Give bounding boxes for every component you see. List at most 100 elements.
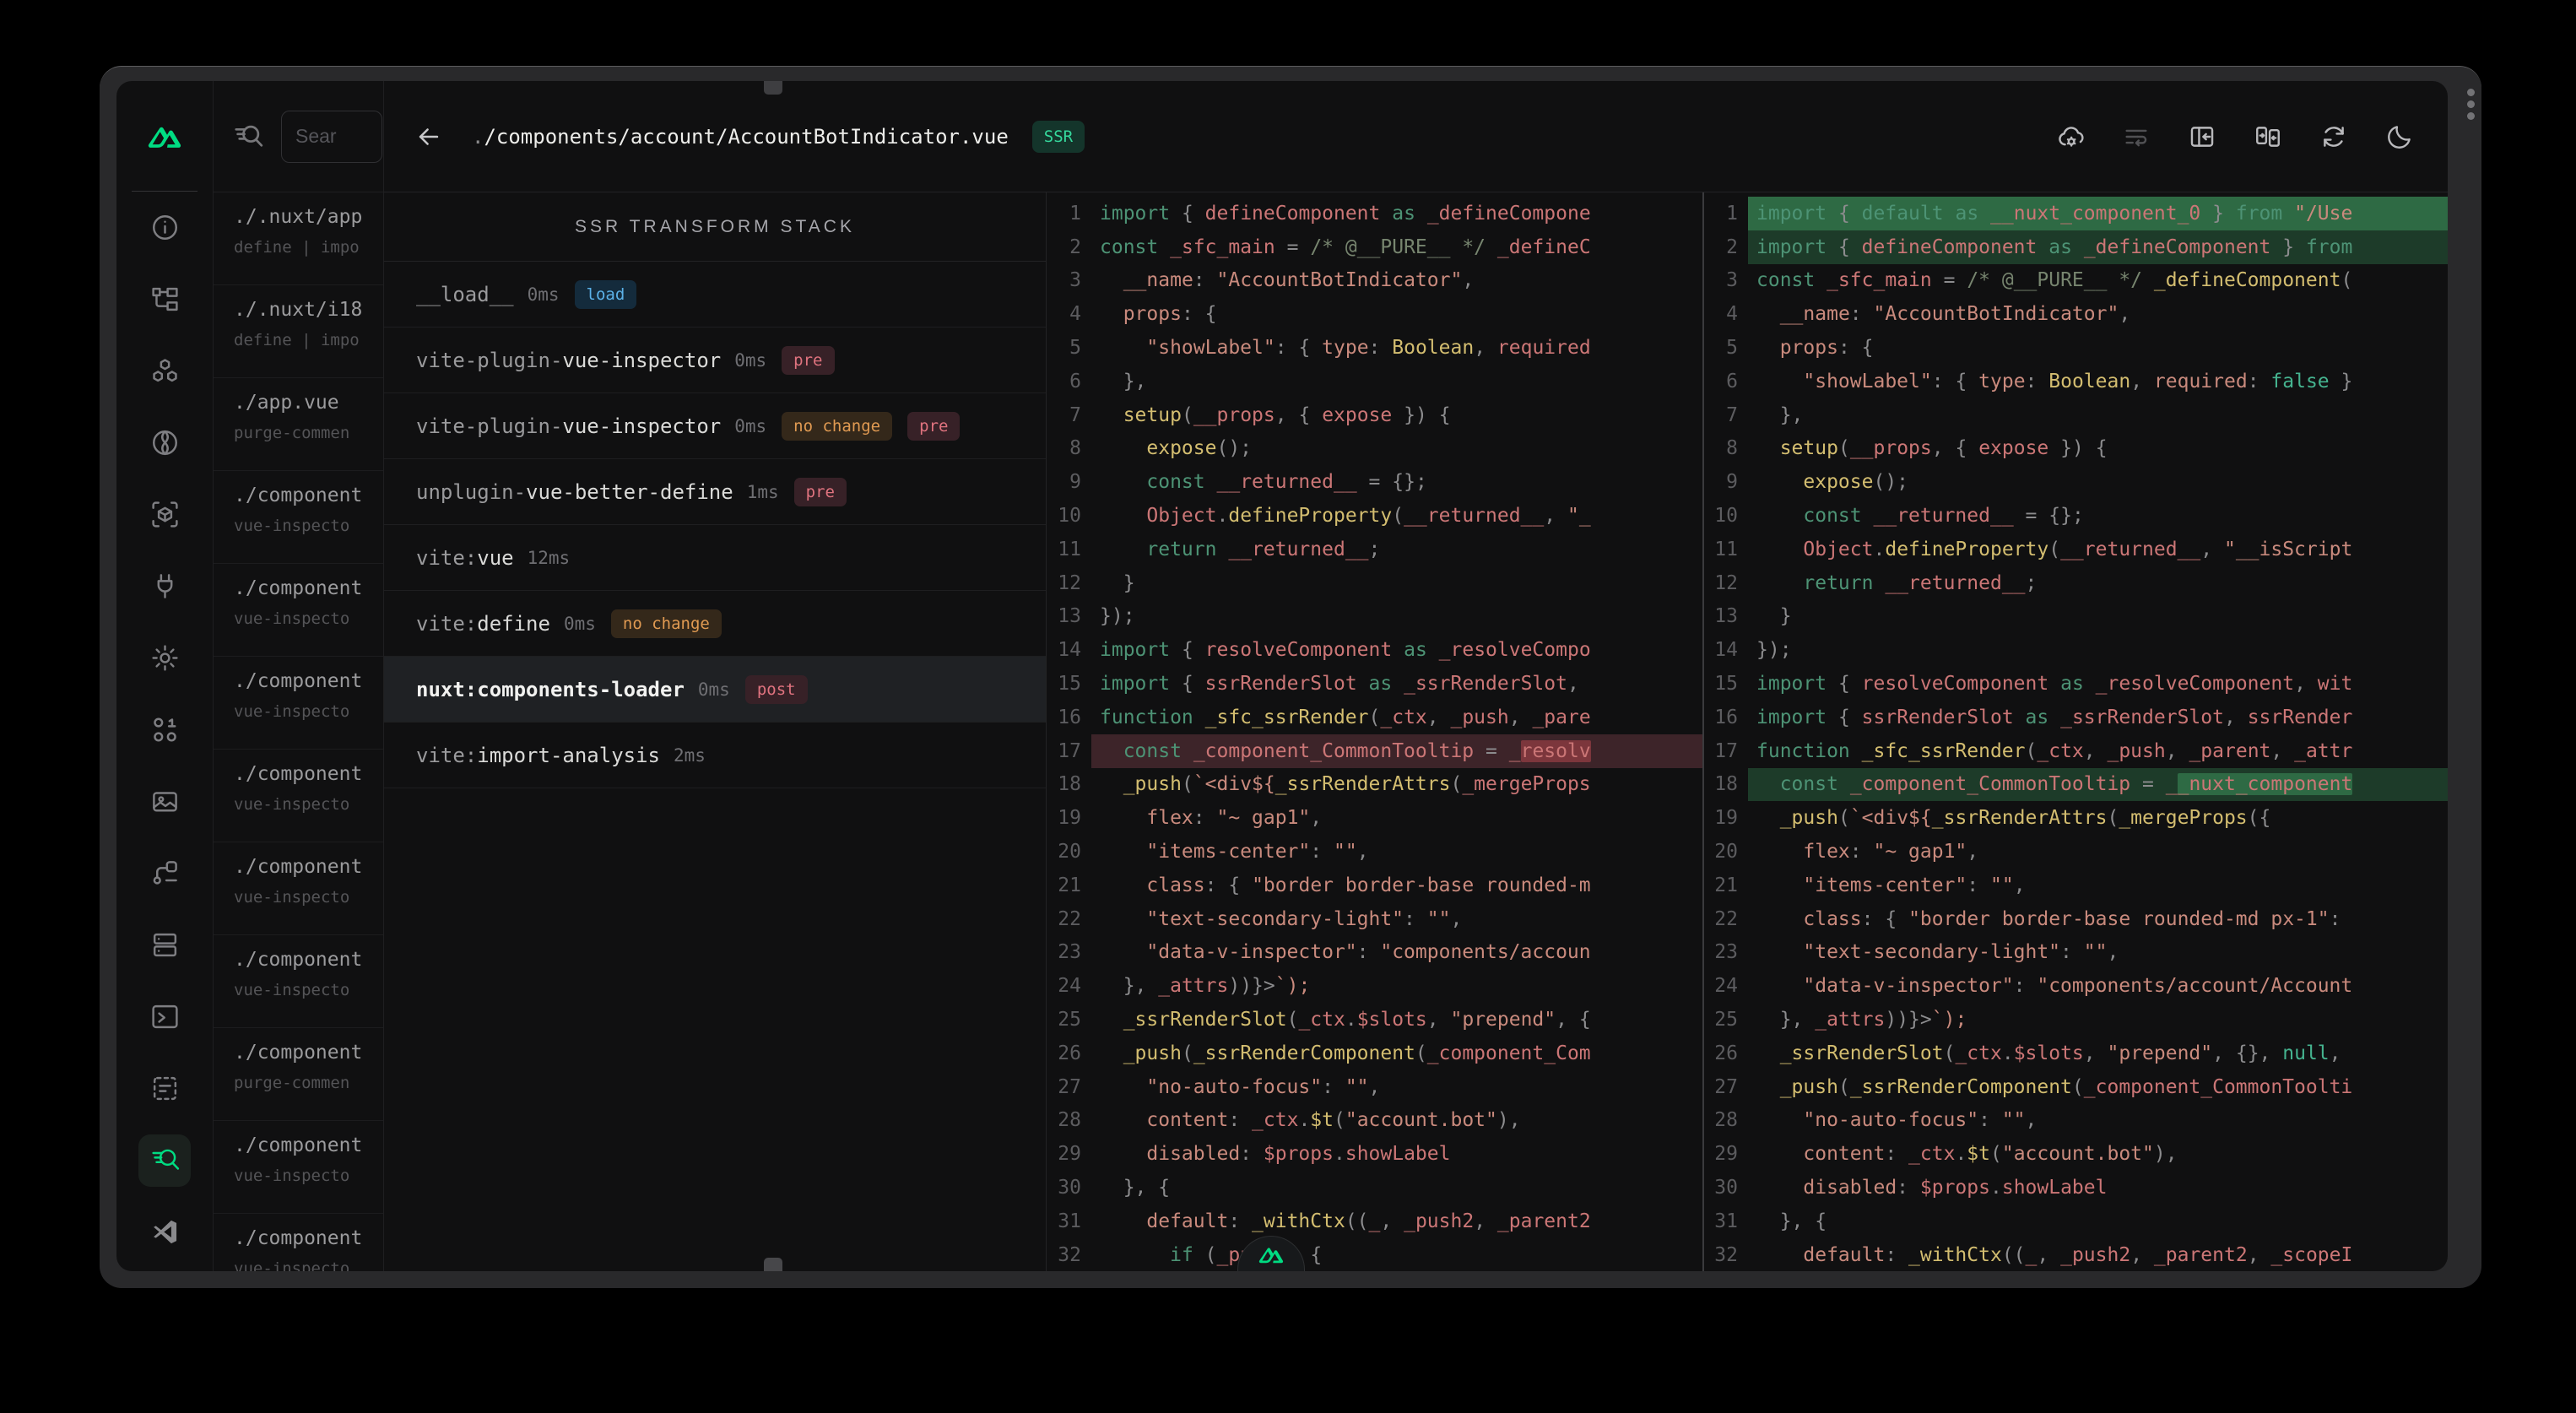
transform-row[interactable]: nuxt:components-loader0mspost bbox=[384, 657, 1046, 723]
frame-drag-handle[interactable] bbox=[2466, 89, 2475, 120]
build-cloud-icon bbox=[2056, 122, 2085, 151]
code-text: props: { bbox=[1748, 331, 2448, 365]
code-text: "no-auto-focus": "", bbox=[1748, 1104, 2448, 1138]
transform-row[interactable]: __load__0msload bbox=[384, 262, 1046, 328]
sidebar-item-imports[interactable] bbox=[116, 407, 213, 479]
file-list-item[interactable]: ./app.vuepurge-commen bbox=[214, 378, 383, 471]
file-list-item[interactable]: ./componentvue-inspecto bbox=[214, 842, 383, 935]
line-number: 10 bbox=[1047, 505, 1091, 527]
transform-row[interactable]: vite-plugin-vue-inspector0msno changepre bbox=[384, 393, 1046, 459]
server-routes-icon bbox=[149, 858, 181, 889]
transform-row[interactable]: vite:define0msno change bbox=[384, 591, 1046, 657]
code-text: return __returned__; bbox=[1091, 533, 1702, 566]
sidebar-item-server-routes[interactable] bbox=[116, 837, 213, 909]
code-line: 14import { resolveComponent as _resolveC… bbox=[1047, 633, 1702, 667]
code-line: 23 "data-v-inspector": "components/accou… bbox=[1047, 936, 1702, 970]
code-text: _push(_ssrRenderComponent(_component_Com… bbox=[1748, 1070, 2448, 1104]
file-list-item[interactable]: ./componentvue-inspecto bbox=[214, 935, 383, 1028]
transform-row[interactable]: vite:import-analysis2ms bbox=[384, 723, 1046, 788]
sidebar-item-runtime-configs[interactable] bbox=[116, 622, 213, 694]
assets-icon bbox=[149, 786, 181, 817]
sidebar-item-pages-tree[interactable] bbox=[116, 263, 213, 335]
file-list-item[interactable]: ./componentpurge-commen bbox=[214, 1028, 383, 1121]
sidebar-item-terminal[interactable] bbox=[116, 981, 213, 1053]
code-text: props: { bbox=[1091, 297, 1702, 331]
modules-icon bbox=[149, 499, 181, 530]
code-text: return __returned__; bbox=[1748, 566, 2448, 600]
code-text: "data-v-inspector": "components/account/… bbox=[1748, 969, 2448, 1003]
sidebar-item-payload[interactable] bbox=[116, 694, 213, 766]
code-text: function _sfc_ssrRender(_ctx, _push, _pa… bbox=[1091, 701, 1702, 734]
line-number: 17 bbox=[1704, 740, 1748, 762]
line-wrap-button[interactable] bbox=[2122, 122, 2151, 151]
transform-time: 0ms bbox=[698, 679, 730, 700]
transform-row[interactable]: unplugin-vue-better-define1mspre bbox=[384, 459, 1046, 525]
transform-time: 0ms bbox=[528, 284, 560, 305]
bottom-resize-handle[interactable] bbox=[764, 1258, 782, 1271]
line-number: 17 bbox=[1047, 740, 1091, 762]
sidebar-item-plugins[interactable] bbox=[116, 550, 213, 622]
file-list-item[interactable]: ./.nuxt/i18define | impo bbox=[214, 285, 383, 378]
code-line: 27 _push(_ssrRenderComponent(_component_… bbox=[1704, 1070, 2448, 1104]
sidebar-item-info[interactable] bbox=[116, 192, 213, 263]
sidebar-item-assets[interactable] bbox=[116, 766, 213, 837]
code-line: 20 "items-center": "", bbox=[1047, 835, 1702, 869]
file-transforms-label: vue-inspecto bbox=[234, 517, 383, 535]
search-input[interactable]: Sear bbox=[281, 111, 382, 163]
sidebar-item-vscode[interactable] bbox=[116, 1196, 213, 1268]
sidebar-item-inspect[interactable] bbox=[116, 1124, 213, 1196]
code-text: expose(); bbox=[1748, 465, 2448, 499]
line-number: 26 bbox=[1047, 1042, 1091, 1064]
code-line: 21 class: { "border border-base rounded-… bbox=[1047, 869, 1702, 902]
dark-mode-moon-button[interactable] bbox=[2385, 122, 2414, 151]
code-line: 18 _push(`<div${_ssrRenderAttrs(_mergePr… bbox=[1047, 768, 1702, 802]
code-text: "text-secondary-light": "", bbox=[1748, 936, 2448, 970]
line-number: 14 bbox=[1704, 639, 1748, 661]
code-line: 9 const __returned__ = {}; bbox=[1047, 465, 1702, 499]
line-number: 13 bbox=[1047, 605, 1091, 627]
build-cloud-button[interactable] bbox=[2056, 122, 2085, 151]
refresh-icon bbox=[2319, 122, 2348, 151]
line-number: 32 bbox=[1704, 1244, 1748, 1266]
file-path-label: ./component bbox=[234, 577, 383, 599]
transform-row[interactable]: vite:vue12ms bbox=[384, 525, 1046, 591]
transform-time: 0ms bbox=[734, 416, 766, 436]
code-text: }, { bbox=[1748, 1205, 2448, 1238]
file-list-item[interactable]: ./componentvue-inspecto bbox=[214, 471, 383, 564]
file-list-item[interactable]: ./componentvue-inspecto bbox=[214, 1121, 383, 1214]
code-text: "showLabel": { type: Boolean, required: … bbox=[1748, 365, 2448, 398]
line-number: 4 bbox=[1047, 303, 1091, 325]
transform-badge-change: no change bbox=[611, 609, 722, 638]
transform-row[interactable]: vite-plugin-vue-inspector0mspre bbox=[384, 328, 1046, 393]
refresh-button[interactable] bbox=[2319, 122, 2348, 151]
file-list-item[interactable]: ./componentvue-inspecto bbox=[214, 657, 383, 750]
line-number: 27 bbox=[1704, 1076, 1748, 1098]
devtools-frame: Sear ./.nuxt/appdefine | impo./.nuxt/i18… bbox=[100, 66, 2481, 1288]
code-line: 12 } bbox=[1047, 566, 1702, 600]
transform-time: 0ms bbox=[734, 350, 766, 371]
file-list-item[interactable]: ./componentvue-inspecto bbox=[214, 750, 383, 842]
code-text: import { ssrRenderSlot as _ssrRenderSlot… bbox=[1748, 701, 2448, 734]
sidebar-item-storage[interactable] bbox=[116, 909, 213, 981]
sidebar-item-virtual-files[interactable] bbox=[116, 1053, 213, 1124]
line-number: 20 bbox=[1704, 841, 1748, 863]
split-diff-view-button[interactable] bbox=[2254, 122, 2282, 151]
file-list-item[interactable]: ./componentvue-inspecto bbox=[214, 564, 383, 657]
code-text: import { resolveComponent as _resolveCom… bbox=[1748, 667, 2448, 701]
transform-name: unplugin-vue-better-define bbox=[416, 480, 733, 504]
file-transforms-label: define | impo bbox=[234, 331, 383, 349]
code-text: class: { "border border-base rounded-md … bbox=[1748, 902, 2448, 936]
back-button[interactable] bbox=[414, 122, 443, 151]
file-list-item[interactable]: ./.nuxt/appdefine | impo bbox=[214, 192, 383, 285]
code-line: 32 default: _withCtx((_, _push2, _parent… bbox=[1704, 1238, 2448, 1271]
sidebar-item-components[interactable] bbox=[116, 335, 213, 407]
code-line: 29 content: _ctx.$t("account.bot"), bbox=[1704, 1137, 2448, 1171]
panels: SSR TRANSFORM STACK __load__0msloadvite-… bbox=[384, 192, 2448, 1271]
components-icon bbox=[149, 355, 181, 387]
top-resize-handle[interactable] bbox=[764, 81, 782, 95]
file-list-item[interactable]: ./componentvue-inspecto bbox=[214, 1214, 383, 1271]
sidebar-item-modules[interactable] bbox=[116, 479, 213, 550]
line-number: 21 bbox=[1704, 874, 1748, 896]
file-list-panel: Sear ./.nuxt/appdefine | impo./.nuxt/i18… bbox=[214, 81, 384, 1271]
toggle-panel-left-button[interactable] bbox=[2188, 122, 2216, 151]
